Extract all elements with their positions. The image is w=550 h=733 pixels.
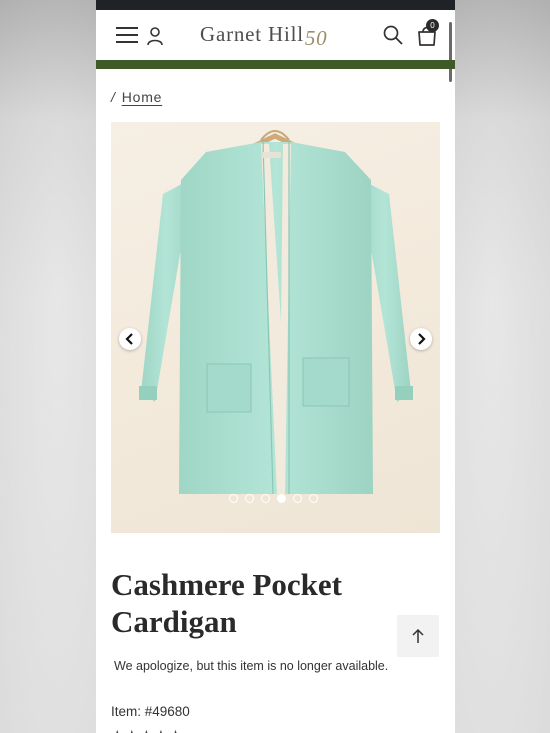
arrow-up-icon xyxy=(412,628,424,643)
carousel-dot-6[interactable] xyxy=(309,494,318,503)
carousel-dots xyxy=(229,494,329,504)
brand-logo[interactable]: Garnet Hill50 xyxy=(200,20,327,52)
menu-icon[interactable] xyxy=(116,27,138,43)
carousel-dot-3[interactable] xyxy=(261,494,270,503)
product-title-line1: Cashmere Pocket xyxy=(111,567,343,602)
cart-count-badge: 0 xyxy=(426,19,439,32)
status-bar xyxy=(96,0,455,10)
scrollbar-thumb[interactable] xyxy=(449,22,452,82)
rating-stars[interactable]: ★★★★★ xyxy=(111,727,184,733)
search-icon[interactable] xyxy=(383,25,403,45)
breadcrumb: / Home xyxy=(111,89,162,105)
carousel-next-button[interactable] xyxy=(410,328,432,350)
carousel-dot-4[interactable] xyxy=(277,494,286,503)
product-image-carousel[interactable] xyxy=(111,122,440,533)
carousel-dot-1[interactable] xyxy=(229,494,238,503)
chevron-left-icon xyxy=(125,333,133,345)
breadcrumb-separator: / xyxy=(111,89,116,105)
mobile-page: Garnet Hill50 0 / Home Cashmere Pocket Ca… xyxy=(96,0,455,733)
site-header: Garnet Hill50 0 xyxy=(96,10,455,60)
back-to-top-button[interactable] xyxy=(397,615,439,657)
header-accent-band xyxy=(96,60,455,69)
availability-message: We apologize, but this item is no longer… xyxy=(114,659,389,673)
product-title: Cashmere Pocket Cardigan xyxy=(111,566,401,640)
anniversary-mark: 50 xyxy=(304,26,328,50)
brand-name: Garnet Hill xyxy=(200,22,304,46)
backdrop-right xyxy=(454,0,550,733)
backdrop-left xyxy=(0,0,96,733)
chevron-right-icon xyxy=(418,333,426,345)
carousel-dot-5[interactable] xyxy=(293,494,302,503)
carousel-prev-button[interactable] xyxy=(119,328,141,350)
product-image xyxy=(139,130,413,495)
carousel-dot-2[interactable] xyxy=(245,494,254,503)
product-title-line2: Cardigan xyxy=(111,604,237,639)
account-icon[interactable] xyxy=(146,26,164,46)
breadcrumb-home-link[interactable]: Home xyxy=(122,89,163,105)
item-number: Item: #49680 xyxy=(111,704,190,719)
